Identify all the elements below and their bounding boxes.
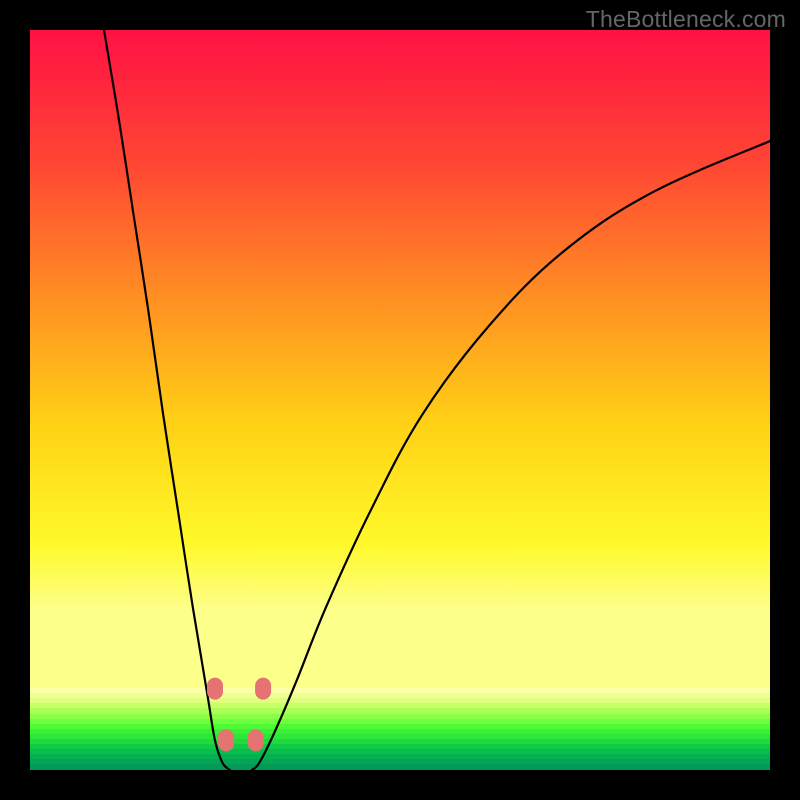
chart-curve-layer: [30, 30, 770, 770]
curve-marker: [255, 678, 271, 700]
curve-marker: [207, 678, 223, 700]
curve-left-branch: [104, 30, 230, 770]
curve-right-branch: [252, 141, 770, 770]
watermark-text: TheBottleneck.com: [586, 6, 786, 33]
chart-plot-area: [30, 30, 770, 770]
curve-marker: [248, 729, 264, 751]
curve-marker: [218, 729, 234, 751]
